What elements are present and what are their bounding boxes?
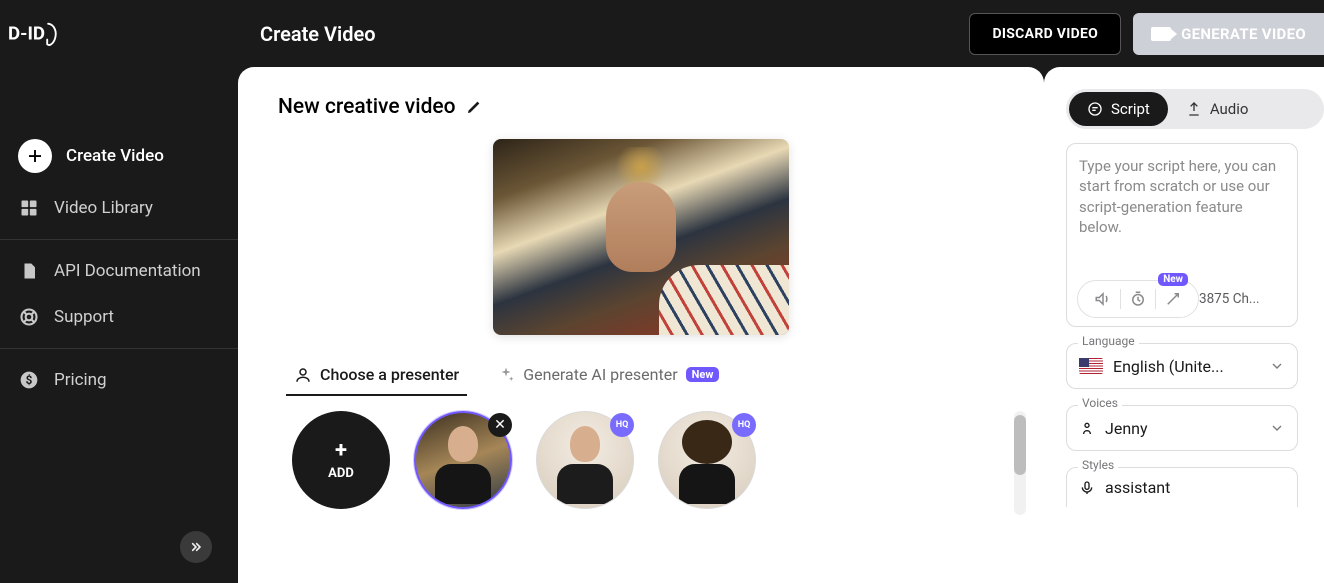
add-presenter-button[interactable]: + ADD bbox=[292, 411, 390, 509]
upload-icon bbox=[1186, 101, 1202, 117]
mic-icon bbox=[1079, 480, 1095, 496]
script-input[interactable]: Type your script here, you can start fro… bbox=[1066, 143, 1298, 327]
seg-label: Audio bbox=[1210, 100, 1249, 118]
language-field: Language English (Unite... bbox=[1066, 343, 1298, 389]
sidebar-item-label: API Documentation bbox=[54, 261, 201, 281]
tab-script[interactable]: Script bbox=[1069, 92, 1168, 126]
voices-field: Voices Jenny bbox=[1066, 405, 1298, 451]
grid-icon bbox=[18, 197, 40, 219]
remove-presenter-icon[interactable]: ✕ bbox=[488, 413, 512, 437]
char-counter: 3875 Ch... bbox=[1199, 291, 1266, 307]
lifebuoy-icon bbox=[18, 306, 40, 328]
sparkle-icon bbox=[497, 366, 515, 384]
script-icon bbox=[1087, 101, 1103, 117]
voices-select[interactable]: Jenny bbox=[1066, 405, 1298, 451]
stage: New creative video bbox=[238, 67, 1044, 583]
voice-icon bbox=[1079, 420, 1095, 436]
tab-generate-ai-presenter[interactable]: Generate AI presenter New bbox=[495, 357, 721, 396]
presenter-list: + ADD ✕ HQ bbox=[278, 411, 1004, 515]
timer-icon[interactable] bbox=[1121, 285, 1155, 313]
language-select[interactable]: English (Unite... bbox=[1066, 343, 1298, 389]
script-placeholder: Type your script here, you can start fro… bbox=[1079, 156, 1285, 237]
field-label: Styles bbox=[1078, 458, 1118, 472]
script-panel: Script Audio Type your script here, you … bbox=[1044, 67, 1324, 583]
presenter-tabs: Choose a presenter Generate AI presenter… bbox=[278, 357, 1004, 397]
select-value: assistant bbox=[1105, 478, 1285, 497]
sidebar-item-label: Video Library bbox=[54, 198, 153, 218]
seg-label: Script bbox=[1111, 100, 1150, 118]
sidebar-item-pricing[interactable]: $ Pricing bbox=[0, 357, 238, 403]
script-audio-segment: Script Audio bbox=[1066, 89, 1324, 129]
chevron-down-icon bbox=[1269, 420, 1285, 436]
plus-icon: + bbox=[335, 440, 347, 462]
sidebar-item-label: Support bbox=[54, 307, 114, 327]
select-value: English (Unite... bbox=[1113, 357, 1259, 376]
collapse-sidebar-button[interactable] bbox=[180, 531, 212, 563]
sidebar: D-ID Create Video Video Library bbox=[0, 0, 238, 583]
discard-video-button[interactable]: DISCARD VIDEO bbox=[969, 13, 1121, 55]
svg-text:$: $ bbox=[26, 373, 33, 387]
add-label: ADD bbox=[328, 466, 354, 481]
header: Create Video DISCARD VIDEO GENERATE VIDE… bbox=[238, 0, 1324, 67]
sidebar-item-label: Create Video bbox=[66, 146, 164, 166]
tab-choose-presenter[interactable]: Choose a presenter bbox=[292, 357, 461, 396]
sidebar-item-api-docs[interactable]: API Documentation bbox=[0, 248, 238, 294]
generate-video-button[interactable]: GENERATE VIDEO bbox=[1133, 13, 1324, 55]
video-icon bbox=[1151, 27, 1171, 41]
script-toolbar: New bbox=[1077, 280, 1199, 318]
hq-badge: HQ bbox=[610, 413, 634, 437]
flag-icon bbox=[1079, 358, 1103, 374]
chevron-down-icon bbox=[1269, 358, 1285, 374]
nav: Create Video Video Library API Documenta… bbox=[0, 127, 238, 403]
listen-icon[interactable] bbox=[1086, 285, 1120, 313]
generate-video-label: GENERATE VIDEO bbox=[1181, 25, 1306, 43]
video-title: New creative video bbox=[278, 95, 456, 119]
scrollbar-thumb[interactable] bbox=[1014, 415, 1026, 475]
magic-icon[interactable]: New bbox=[1156, 285, 1190, 313]
field-label: Voices bbox=[1078, 396, 1122, 410]
field-label: Language bbox=[1078, 334, 1139, 348]
presenter-option[interactable]: HQ bbox=[536, 411, 634, 509]
divider bbox=[0, 239, 238, 240]
tab-label: Generate AI presenter bbox=[523, 365, 677, 384]
edit-icon[interactable] bbox=[466, 99, 482, 115]
tab-audio[interactable]: Audio bbox=[1168, 92, 1267, 126]
person-icon bbox=[294, 366, 312, 384]
tab-label: Choose a presenter bbox=[320, 365, 459, 384]
styles-select[interactable]: assistant bbox=[1066, 467, 1298, 507]
scrollbar[interactable] bbox=[1014, 411, 1026, 515]
dollar-icon: $ bbox=[18, 369, 40, 391]
sidebar-item-video-library[interactable]: Video Library bbox=[0, 185, 238, 231]
presenter-preview bbox=[493, 139, 789, 335]
logo[interactable]: D-ID bbox=[0, 0, 238, 67]
presenter-option[interactable]: HQ bbox=[658, 411, 756, 509]
presenter-option[interactable]: ✕ bbox=[414, 411, 512, 509]
doc-icon bbox=[18, 260, 40, 282]
hq-badge: HQ bbox=[732, 413, 756, 437]
divider bbox=[0, 348, 238, 349]
styles-field: Styles assistant bbox=[1066, 467, 1298, 507]
sidebar-item-create-video[interactable]: Create Video bbox=[0, 127, 238, 185]
select-value: Jenny bbox=[1105, 419, 1259, 438]
new-badge: New bbox=[686, 367, 720, 382]
sidebar-item-support[interactable]: Support bbox=[0, 294, 238, 340]
svg-text:D-ID: D-ID bbox=[8, 22, 45, 44]
plus-icon bbox=[18, 139, 52, 173]
page-title: Create Video bbox=[260, 22, 376, 46]
sidebar-item-label: Pricing bbox=[54, 370, 107, 390]
new-badge: New bbox=[1158, 273, 1188, 286]
